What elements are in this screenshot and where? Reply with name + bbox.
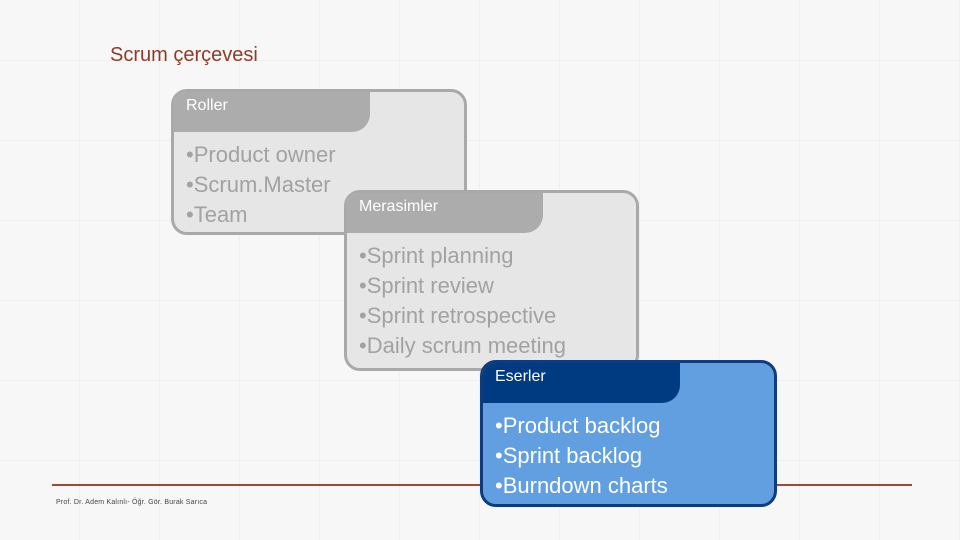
artifacts-box: Eserler •Product backlog •Sprint backlog… [480, 360, 777, 507]
artifacts-list: •Product backlog •Sprint backlog •Burndo… [495, 411, 668, 501]
list-item: •Product backlog [495, 413, 661, 438]
list-item: •Burndown charts [495, 473, 668, 498]
slide-title: Scrum çerçevesi [110, 44, 258, 66]
ceremonies-header: Merasimler [347, 193, 543, 233]
ceremonies-list: •Sprint planning •Sprint review •Sprint … [359, 241, 566, 361]
list-item: •Team [186, 202, 248, 227]
roles-list: •Product owner •Scrum.Master •Team [186, 140, 336, 230]
roles-header: Roller [174, 92, 370, 132]
ceremonies-box: Merasimler •Sprint planning •Sprint revi… [344, 190, 639, 371]
list-item: •Sprint planning [359, 243, 514, 268]
list-item: •Sprint review [359, 273, 494, 298]
list-item: •Daily scrum meeting [359, 333, 566, 358]
list-item: •Product owner [186, 142, 336, 167]
footer-text: Prof. Dr. Adem Kalınlı- Öğr. Gör. Burak … [56, 499, 208, 506]
list-item: •Scrum.Master [186, 172, 331, 197]
artifacts-header: Eserler [483, 363, 680, 403]
list-item: •Sprint backlog [495, 443, 643, 468]
list-item: •Sprint retrospective [359, 303, 557, 328]
